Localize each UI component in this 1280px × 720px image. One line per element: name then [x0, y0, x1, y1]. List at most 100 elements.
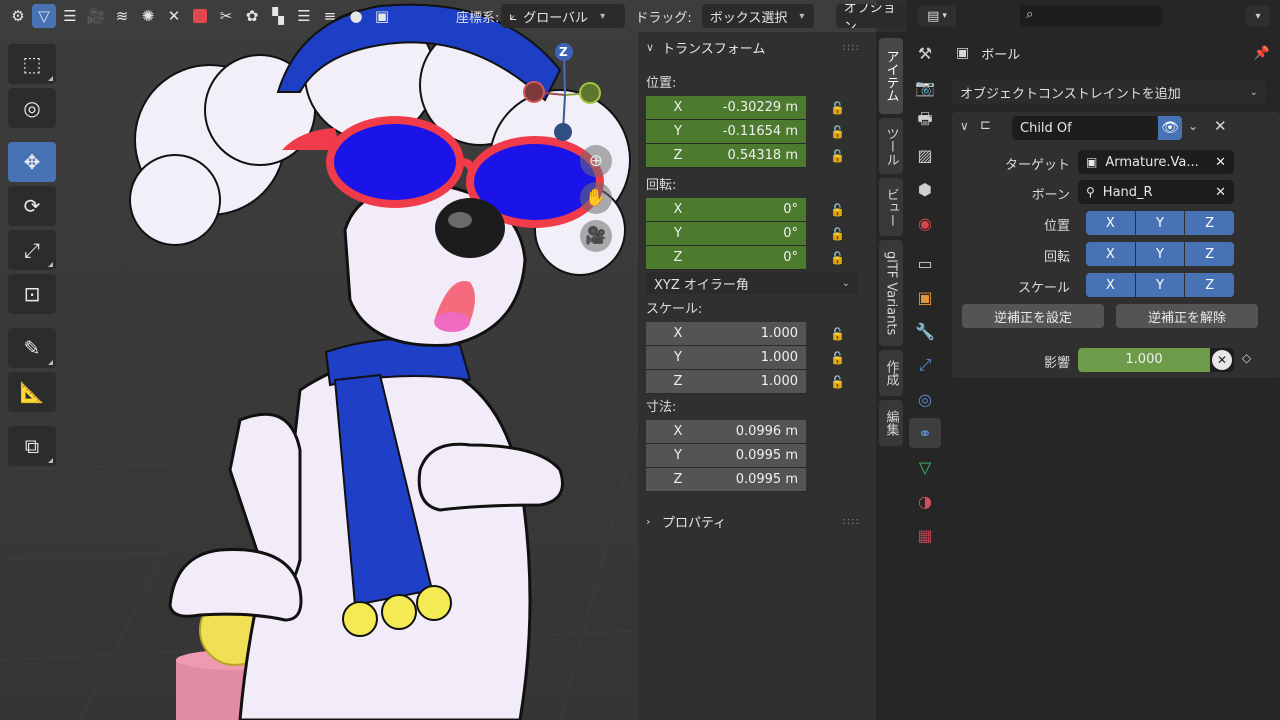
tab-item[interactable]: アイテム	[879, 38, 903, 114]
dimension-y-field[interactable]: Y 0.0995 m	[646, 444, 806, 468]
lock-icon[interactable]: 🔓	[830, 375, 845, 389]
disable-keep-transform-icon[interactable]: ✕	[1212, 350, 1232, 370]
location-y-toggle[interactable]: Y	[1135, 211, 1185, 235]
scale-y-field[interactable]: Y 1.000	[646, 346, 806, 370]
cursor-tool[interactable]: ◎	[8, 88, 56, 128]
lock-icon[interactable]: 🔓	[830, 327, 845, 341]
delete-constraint-close-icon[interactable]: ✕	[1214, 117, 1227, 135]
rotate-tool[interactable]: ⟳	[8, 186, 56, 226]
scale-x-toggle[interactable]: X	[1086, 273, 1135, 297]
red-square-icon[interactable]	[188, 4, 212, 28]
dimension-x-field[interactable]: X 0.0996 m	[646, 420, 806, 444]
tab-gltf-variants[interactable]: glTF Variants	[879, 240, 903, 346]
options-dropdown[interactable]: オプション	[835, 4, 906, 28]
rotation-x-toggle[interactable]: X	[1086, 242, 1135, 266]
tab-create[interactable]: 作成	[879, 350, 903, 396]
set-inverse-button[interactable]: 逆補正を設定	[962, 304, 1104, 328]
view-layer-tab-icon[interactable]: ▨	[909, 140, 941, 170]
rotation-y-field[interactable]: Y 0°	[646, 222, 806, 246]
editor-type-button[interactable]: ▤ ▾	[918, 5, 956, 27]
texture-tab-icon[interactable]: ▦	[909, 520, 941, 550]
clear-target-close-icon[interactable]: ✕	[1215, 155, 1226, 170]
location-z-field[interactable]: Z 0.54318 m	[646, 144, 806, 168]
rotation-z-toggle[interactable]: Z	[1185, 242, 1235, 266]
scale-z-field[interactable]: Z 1.000	[646, 370, 806, 394]
tool-tab-icon[interactable]: ⚒	[909, 38, 941, 68]
physics-tab-icon[interactable]: ◎	[909, 384, 941, 414]
collapse-chevron-icon[interactable]: ∨	[960, 119, 969, 133]
scale-x-field[interactable]: X 1.000	[646, 322, 806, 346]
orientation-dropdown[interactable]: ⟀ グローバル ▾	[501, 4, 626, 28]
drag-dropdown[interactable]: ボックス選択 ▾	[701, 4, 814, 28]
menu-icon[interactable]: ☰	[58, 4, 82, 28]
camera-view-icon[interactable]: 🎥	[580, 220, 612, 252]
particles-tab-icon[interactable]: ⤢	[909, 350, 941, 380]
tab-view[interactable]: ビュー	[879, 178, 903, 236]
modifier-tab-icon[interactable]: 🔧	[909, 316, 941, 346]
wind-icon[interactable]: ≋	[110, 4, 134, 28]
properties-panel-header[interactable]: › プロパティ ::::	[638, 506, 876, 536]
clear-inverse-button[interactable]: 逆補正を解除	[1116, 304, 1258, 328]
wrench-icon[interactable]: ✂	[214, 4, 238, 28]
rotation-y-toggle[interactable]: Y	[1135, 242, 1185, 266]
measure-tool[interactable]: 📐	[8, 372, 56, 412]
clear-bone-close-icon[interactable]: ✕	[1215, 185, 1226, 200]
transform-tool[interactable]: ⊡	[8, 274, 56, 314]
material-tab-icon[interactable]: ◑	[909, 486, 941, 516]
image-icon[interactable]: ▣	[370, 4, 394, 28]
tab-edit[interactable]: 編集	[879, 400, 903, 446]
constraint-name-field[interactable]: Child Of	[1012, 116, 1158, 140]
lines-icon[interactable]: ≡	[318, 4, 342, 28]
keyframe-diamond-icon[interactable]: ◇	[1242, 351, 1251, 365]
influence-slider[interactable]: 1.000 ✕	[1078, 348, 1234, 372]
enable-toggle[interactable]: 👁	[1158, 116, 1182, 140]
location-x-field[interactable]: X -0.30229 m	[646, 96, 806, 120]
collection-tab-icon[interactable]: ▭	[909, 248, 941, 278]
brain-icon[interactable]: ✿	[240, 4, 264, 28]
move-tool[interactable]: ✥	[8, 142, 56, 182]
constraint-tab-icon[interactable]: ⚭	[909, 418, 941, 448]
checker-icon[interactable]: ▚	[266, 4, 290, 28]
rotation-x-field[interactable]: X 0°	[646, 198, 806, 222]
lock-icon[interactable]: 🔓	[830, 101, 845, 115]
location-x-toggle[interactable]: X	[1086, 211, 1135, 235]
object-tab-icon[interactable]: ▣	[909, 282, 941, 312]
zoom-icon[interactable]: ⊕	[580, 145, 612, 177]
rotation-z-field[interactable]: Z 0°	[646, 246, 806, 270]
output-tab-icon[interactable]: 🖶	[909, 106, 941, 136]
lock-icon[interactable]: 🔓	[830, 203, 845, 217]
location-y-field[interactable]: Y -0.11654 m	[646, 120, 806, 144]
list-icon[interactable]: ☰	[292, 4, 316, 28]
camera-icon[interactable]: 🎥	[84, 4, 108, 28]
pin-icon[interactable]: 📌	[1254, 46, 1270, 61]
rotation-mode-dropdown[interactable]: XYZ オイラー角 ⌄	[646, 272, 858, 294]
scene-tab-icon[interactable]: ⬢	[909, 174, 941, 204]
lock-icon[interactable]: 🔓	[830, 125, 845, 139]
lock-icon[interactable]: 🔓	[830, 351, 845, 365]
sparkle-icon[interactable]: ✺	[136, 4, 160, 28]
scale-z-toggle[interactable]: Z	[1185, 273, 1235, 297]
select-box-tool[interactable]: ⬚	[8, 44, 56, 84]
settings-gear-icon[interactable]: ⚙	[6, 4, 30, 28]
tools-icon[interactable]: ✕	[162, 4, 186, 28]
pan-hand-icon[interactable]: ✋	[580, 182, 612, 214]
filter-icon[interactable]: ▽	[32, 4, 56, 28]
header-menu-button[interactable]: ▾	[1246, 5, 1270, 27]
target-field[interactable]: ▣ Armature.Va... ✕	[1078, 150, 1234, 174]
grip-icon[interactable]: ::::	[843, 42, 860, 53]
lock-icon[interactable]: 🔓	[830, 227, 845, 241]
add-cube-tool[interactable]: ⧉	[8, 426, 56, 466]
lock-icon[interactable]: 🔓	[830, 149, 845, 163]
world-tab-icon[interactable]: ◉	[909, 208, 941, 238]
tab-tool[interactable]: ツール	[879, 118, 903, 174]
scale-y-toggle[interactable]: Y	[1135, 273, 1185, 297]
sphere-icon[interactable]: ●	[344, 4, 368, 28]
lock-icon[interactable]: 🔓	[830, 251, 845, 265]
data-tab-icon[interactable]: ▽	[909, 452, 941, 482]
render-tab-icon[interactable]: 📷	[909, 72, 941, 102]
chevron-down-icon[interactable]: ⌄	[1188, 119, 1198, 133]
bone-field[interactable]: ⚲ Hand_R ✕	[1078, 180, 1234, 204]
transform-panel-header[interactable]: ∨ トランスフォーム ::::	[638, 32, 876, 62]
scale-tool[interactable]: ⤢	[8, 230, 56, 270]
add-object-constraint-dropdown[interactable]: オブジェクトコンストレイントを追加 ⌄	[952, 80, 1266, 104]
